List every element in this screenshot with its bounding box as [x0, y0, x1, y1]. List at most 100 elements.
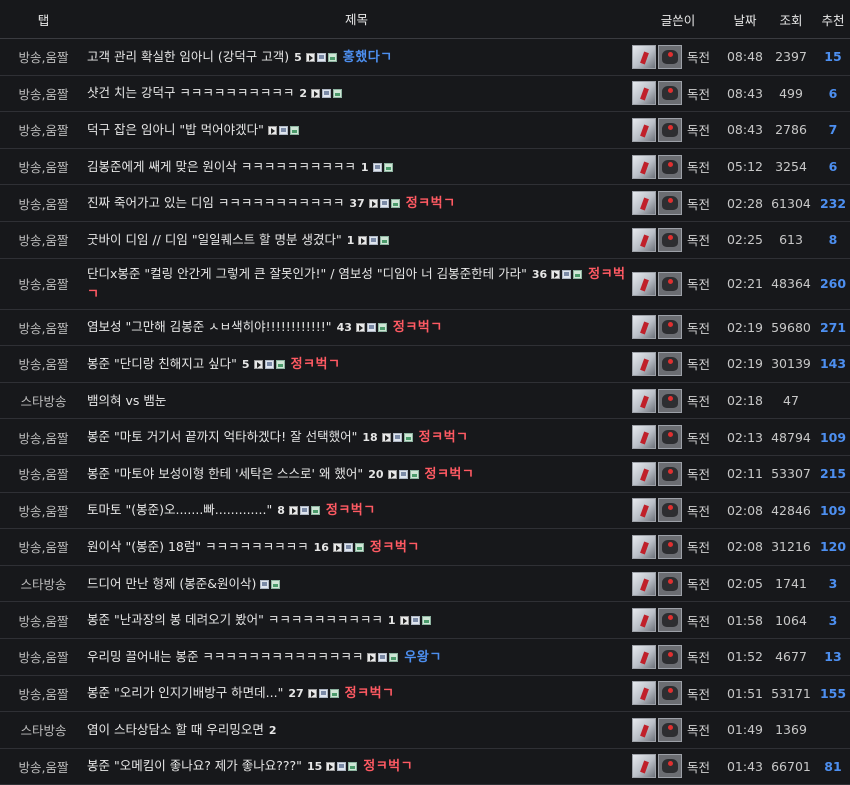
writer-name[interactable]: 독전 — [687, 194, 710, 213]
writer-name[interactable]: 독전 — [687, 720, 710, 739]
comment-count[interactable]: 16 — [314, 541, 329, 554]
comment-count[interactable]: 43 — [337, 321, 352, 334]
header-tab[interactable]: 탭 — [0, 10, 87, 29]
writer-name[interactable]: 독전 — [687, 537, 710, 556]
row-tab[interactable]: 방송,움짤 — [0, 464, 87, 483]
post-title-link[interactable]: 토마토 "(봉준)오.......빠............." — [87, 502, 272, 517]
row-tab[interactable]: 방송,움짤 — [0, 354, 87, 373]
row-tab[interactable]: 방송,움짤 — [0, 274, 87, 293]
table-row[interactable]: 방송,움짤 우리밍 끌어내는 봉준 ㅋㅋㅋㅋㅋㅋㅋㅋㅋㅋㅋㅋㅋㅋ 우왕ㄱ 독전 01:5… — [0, 639, 850, 676]
writer-name[interactable]: 독전 — [687, 757, 710, 776]
row-tab[interactable]: 스타방송 — [0, 574, 87, 593]
comment-count[interactable]: 1 — [347, 234, 355, 247]
writer-name[interactable]: 독전 — [687, 230, 710, 249]
writer-name[interactable]: 독전 — [687, 574, 710, 593]
writer-name[interactable]: 독전 — [687, 354, 710, 373]
writer-name[interactable]: 독전 — [687, 391, 710, 410]
writer-name[interactable]: 독전 — [687, 464, 710, 483]
header-writer[interactable]: 글쓴이 — [632, 10, 724, 29]
row-tab[interactable]: 방송,움짤 — [0, 230, 87, 249]
comment-count[interactable]: 1 — [361, 161, 369, 174]
row-tab[interactable]: 방송,움짤 — [0, 47, 87, 66]
writer-cell[interactable]: 독전 — [632, 81, 724, 106]
comment-count[interactable]: 5 — [294, 51, 302, 64]
table-row[interactable]: 방송,움짤 굿바이 디임 // 디임 "일일퀘스트 할 명분 생겼다" 1 독전 02:… — [0, 222, 850, 259]
post-title-link[interactable]: 샷건 치는 강덕구 ㅋㅋㅋㅋㅋㅋㅋㅋㅋㅋ — [87, 85, 294, 100]
row-tab[interactable]: 방송,움짤 — [0, 757, 87, 776]
comment-count[interactable]: 37 — [349, 197, 364, 210]
post-title-link[interactable]: 염이 스타상담소 할 때 우리밍오면 — [87, 722, 264, 737]
writer-cell[interactable]: 독전 — [632, 498, 724, 523]
post-title-link[interactable]: 덕구 잡은 임아니 "밥 먹어야겠다" — [87, 122, 264, 137]
writer-cell[interactable]: 독전 — [632, 644, 724, 669]
writer-name[interactable]: 독전 — [687, 84, 710, 103]
writer-cell[interactable]: 독전 — [632, 534, 724, 559]
header-title[interactable]: 제목 — [87, 10, 632, 29]
table-row[interactable]: 방송,움짤 토마토 "(봉준)오.......빠............." 8 정ㅋ… — [0, 493, 850, 530]
post-title-link[interactable]: 뱀의혀 vs 뱀눈 — [87, 393, 166, 408]
row-tab[interactable]: 스타방송 — [0, 391, 87, 410]
writer-name[interactable]: 독전 — [687, 684, 710, 703]
row-tab[interactable]: 방송,움짤 — [0, 684, 87, 703]
post-title-link[interactable]: 봉준 "마토야 보성이형 한테 '세탁은 스스로' 왜 했어" — [87, 466, 363, 481]
table-row[interactable]: 방송,움짤 봉준 "오메킴이 좋나요? 제가 좋나요???" 15 정ㅋ벅ㄱ 독전 01:… — [0, 749, 850, 785]
writer-cell[interactable]: 독전 — [632, 571, 724, 596]
table-row[interactable]: 방송,움짤 봉준 "오리가 인지기배방구 하면데..." 27 정ㅋ벅ㄱ 독전 01:51… — [0, 676, 850, 713]
comment-count[interactable]: 36 — [532, 268, 547, 281]
table-row[interactable]: 방송,움짤 봉준 "단디랑 친해지고 싶다" 5 정ㅋ벅ㄱ 독전 02:19 30139 14… — [0, 346, 850, 383]
table-row[interactable]: 방송,움짤 진짜 죽어가고 있는 디임 ㅋㅋㅋㅋㅋㅋㅋㅋㅋㅋㅋ 37 정ㅋ벅ㄱ 독전 02… — [0, 185, 850, 222]
writer-cell[interactable]: 독전 — [632, 154, 724, 179]
table-row[interactable]: 방송,움짤 염보성 "그만해 김봉준 ㅅㅂ색히야!!!!!!!!!!!!" 43 정ㅋ… — [0, 310, 850, 347]
writer-cell[interactable]: 독전 — [632, 461, 724, 486]
row-tab[interactable]: 방송,움짤 — [0, 647, 87, 666]
writer-cell[interactable]: 독전 — [632, 44, 724, 69]
post-title-link[interactable]: 김봉준에게 쌔게 맞은 원이삭 ㅋㅋㅋㅋㅋㅋㅋㅋㅋㅋ — [87, 159, 356, 174]
writer-name[interactable]: 독전 — [687, 428, 710, 447]
post-title-link[interactable]: 봉준 "마토 거기서 끝까지 억타하겠다! 잘 선택했어" — [87, 429, 357, 444]
comment-count[interactable]: 5 — [242, 358, 250, 371]
row-tab[interactable]: 방송,움짤 — [0, 194, 87, 213]
table-row[interactable]: 방송,움짤 단디x봉준 "컬링 안간게 그렇게 큰 잘못인가!" / 염보성 "디… — [0, 259, 850, 310]
post-title-link[interactable]: 고객 관리 확실한 임아니 (강덕구 고객) — [87, 49, 289, 64]
post-title-link[interactable]: 봉준 "오리가 인지기배방구 하면데..." — [87, 685, 283, 700]
writer-cell[interactable]: 독전 — [632, 388, 724, 413]
writer-cell[interactable]: 독전 — [632, 754, 724, 779]
table-row[interactable]: 방송,움짤 김봉준에게 쌔게 맞은 원이삭 ㅋㅋㅋㅋㅋㅋㅋㅋㅋㅋ 1 독전 05:12 3… — [0, 149, 850, 186]
writer-name[interactable]: 독전 — [687, 47, 710, 66]
table-row[interactable]: 방송,움짤 고객 관리 확실한 임아니 (강덕구 고객) 5 홍했다ㄱ 독전 08:48 2… — [0, 39, 850, 76]
writer-cell[interactable]: 독전 — [632, 227, 724, 252]
row-tab[interactable]: 방송,움짤 — [0, 611, 87, 630]
post-title-link[interactable]: 굿바이 디임 // 디임 "일일퀘스트 할 명분 생겼다" — [87, 232, 342, 247]
writer-name[interactable]: 독전 — [687, 501, 710, 520]
row-tab[interactable]: 방송,움짤 — [0, 428, 87, 447]
table-row[interactable]: 방송,움짤 봉준 "난과장의 봉 데려오기 봤어" ㅋㅋㅋㅋㅋㅋㅋㅋㅋㅋ 1 독전 01… — [0, 602, 850, 639]
writer-name[interactable]: 독전 — [687, 647, 710, 666]
writer-cell[interactable]: 독전 — [632, 117, 724, 142]
writer-cell[interactable]: 독전 — [632, 717, 724, 742]
comment-count[interactable]: 27 — [288, 687, 303, 700]
table-row[interactable]: 방송,움짤 덕구 잡은 임아니 "밥 먹어야겠다" 독전 08:43 2786 7 — [0, 112, 850, 149]
row-tab[interactable]: 스타방송 — [0, 720, 87, 739]
writer-cell[interactable]: 독전 — [632, 425, 724, 450]
post-title-link[interactable]: 원이삭 "(봉준) 18럼" ㅋㅋㅋㅋㅋㅋㅋㅋㅋ — [87, 539, 309, 554]
writer-name[interactable]: 독전 — [687, 318, 710, 337]
post-title-link[interactable]: 봉준 "오메킴이 좋나요? 제가 좋나요???" — [87, 758, 302, 773]
header-date[interactable]: 날짜 — [724, 10, 766, 29]
table-row[interactable]: 스타방송 드디어 만난 형제 (봉준&원이삭) 독전 02:05 1741 3 — [0, 566, 850, 603]
writer-name[interactable]: 독전 — [687, 157, 710, 176]
writer-name[interactable]: 독전 — [687, 611, 710, 630]
table-row[interactable]: 방송,움짤 샷건 치는 강덕구 ㅋㅋㅋㅋㅋㅋㅋㅋㅋㅋ 2 독전 08:43 499 6 — [0, 76, 850, 113]
table-row[interactable]: 방송,움짤 봉준 "마토야 보성이형 한테 '세탁은 스스로' 왜 했어" 20 정ㅋ… — [0, 456, 850, 493]
post-title-link[interactable]: 봉준 "난과장의 봉 데려오기 봤어" ㅋㅋㅋㅋㅋㅋㅋㅋㅋㅋ — [87, 612, 383, 627]
writer-cell[interactable]: 독전 — [632, 608, 724, 633]
writer-cell[interactable]: 독전 — [632, 681, 724, 706]
comment-count[interactable]: 15 — [307, 760, 322, 773]
writer-name[interactable]: 독전 — [687, 274, 710, 293]
post-title-link[interactable]: 진짜 죽어가고 있는 디임 ㅋㅋㅋㅋㅋㅋㅋㅋㅋㅋㅋ — [87, 195, 344, 210]
row-tab[interactable]: 방송,움짤 — [0, 120, 87, 139]
post-title-link[interactable]: 단디x봉준 "컬링 안간게 그렇게 큰 잘못인가!" / 염보성 "디임아 너 … — [87, 266, 527, 281]
writer-cell[interactable]: 독전 — [632, 351, 724, 376]
writer-cell[interactable]: 독전 — [632, 315, 724, 340]
writer-cell[interactable]: 독전 — [632, 191, 724, 216]
comment-count[interactable]: 2 — [299, 87, 307, 100]
